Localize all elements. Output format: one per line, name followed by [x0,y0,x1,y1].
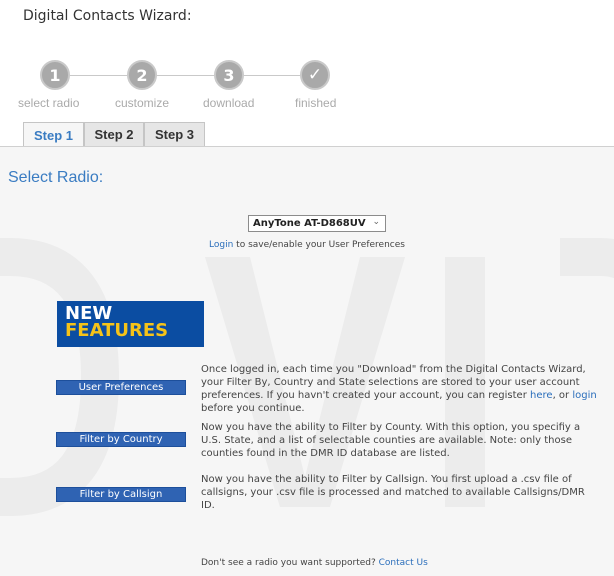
step-1-label: select radio [18,96,80,110]
login-prompt: Login to save/enable your User Preferenc… [0,240,614,250]
step-4-label: finished [295,96,337,110]
user-preferences-button[interactable]: User Preferences [56,380,186,395]
new-features-badge: NEW FEATURES [57,301,204,347]
login-prompt-text: to save/enable your User Preferences [233,240,405,250]
page-title: Digital Contacts Wizard: [23,8,192,24]
login-link[interactable]: Login [209,240,233,250]
tab-step-3[interactable]: Step 3 [144,122,205,146]
step-1-panel: Select Radio: AnyTone AT-D868UV ⌄ Login … [0,146,614,576]
step-connector [70,75,127,76]
feature-text: Once logged in, each time you "Download"… [201,364,586,401]
wizard-progress: 1 2 3 ✓ select radio customize download … [0,44,400,114]
contact-prompt-text: Don't see a radio you want supported? [201,558,379,568]
checkmark-icon: ✓ [300,60,330,90]
feature-text: , or [552,390,573,401]
filter-by-callsign-description: Now you have the ability to Filter by Ca… [201,474,585,511]
filter-by-callsign-button[interactable]: Filter by Callsign [56,487,186,502]
feature-text: before you continue. [201,403,305,414]
radio-select-value: AnyTone AT-D868UV [253,218,366,229]
step-2-circle: 2 [127,60,157,90]
user-preferences-description: Once logged in, each time you "Download"… [201,363,601,415]
step-3-circle: 3 [214,60,244,90]
step-2-label: customize [115,96,170,110]
filter-by-country-button[interactable]: Filter by Country [56,432,186,447]
filter-by-country-description: Now you have the ability to Filter by Co… [201,422,581,459]
radio-select[interactable]: AnyTone AT-D868UV ⌄ [248,215,386,232]
login-link-inline[interactable]: login [572,390,596,401]
contact-us-link[interactable]: Contact Us [379,558,428,568]
tab-step-2[interactable]: Step 2 [84,122,144,146]
step-connector [244,75,300,76]
chevron-down-icon: ⌄ [372,217,380,227]
step-3-label: download [203,96,255,110]
select-radio-heading: Select Radio: [8,169,104,186]
tab-step-1[interactable]: Step 1 [23,122,84,147]
step-1-circle: 1 [40,60,70,90]
contact-prompt: Don't see a radio you want supported? Co… [201,558,428,568]
new-features-line2: FEATURES [65,320,169,341]
step-connector [157,75,214,76]
register-here-link[interactable]: here [530,390,553,401]
